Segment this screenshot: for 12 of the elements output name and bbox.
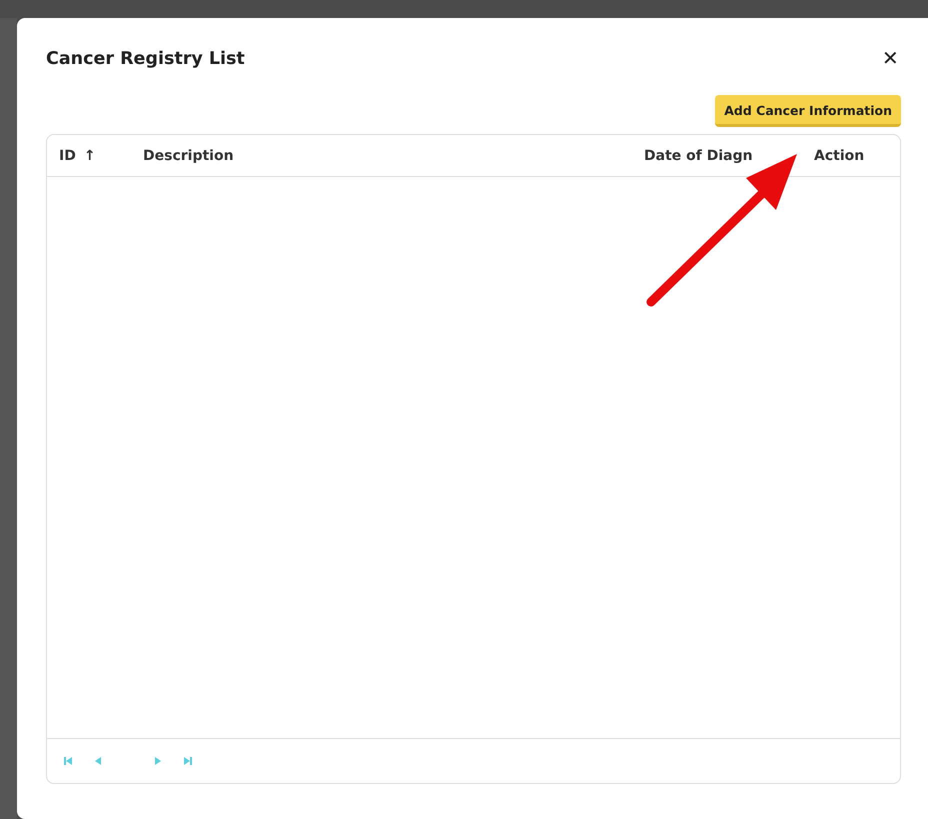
add-cancer-information-button[interactable]: Add Cancer Information xyxy=(715,95,901,127)
close-button[interactable]: ✕ xyxy=(880,46,901,71)
column-header[interactable]: Description xyxy=(143,148,234,164)
dialog-title: Cancer Registry List xyxy=(46,48,245,68)
column-header[interactable]: Action xyxy=(814,148,864,164)
last-page-icon[interactable] xyxy=(183,756,193,766)
previous-page-icon[interactable] xyxy=(93,756,103,766)
sort-indicator: ↑ xyxy=(84,148,96,164)
next-page-icon[interactable] xyxy=(153,756,163,766)
first-page-icon[interactable] xyxy=(63,756,73,766)
column-header[interactable]: ID xyxy=(59,148,76,164)
column-header[interactable]: Date of Diagn xyxy=(644,148,753,164)
